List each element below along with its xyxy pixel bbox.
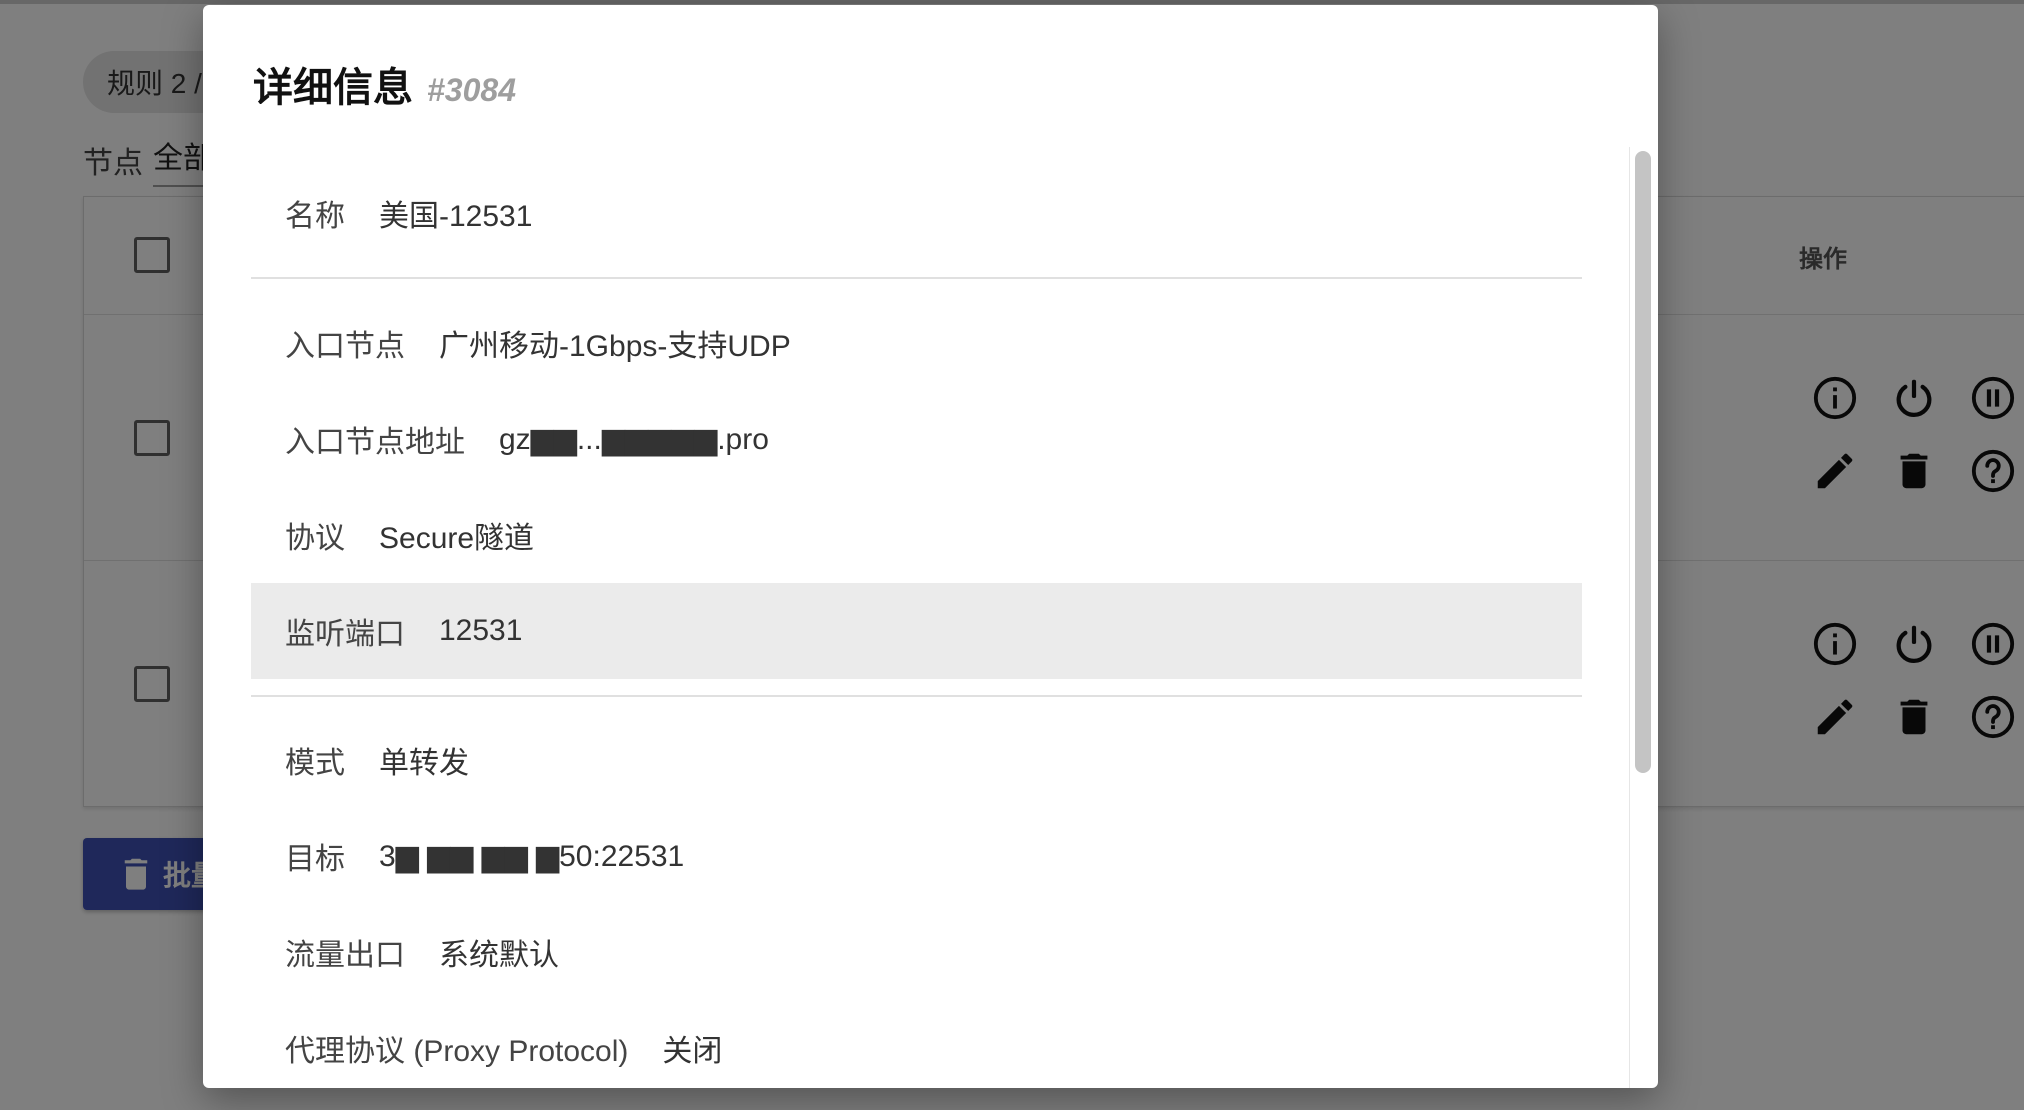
- field-value: Secure隧道: [379, 522, 535, 555]
- field-label: 入口节点: [285, 330, 405, 363]
- details-list: 名称 美国-12531 入口节点 广州移动-1Gbps-支持UDP 入口节点地址…: [251, 150, 1582, 1088]
- divider: [251, 695, 1582, 697]
- field-label: 流量出口: [285, 939, 405, 972]
- scrollbar-thumb[interactable]: [1635, 151, 1651, 773]
- dialog-title-text: 详细信息: [253, 66, 413, 110]
- field-label: 入口节点地址: [285, 426, 465, 459]
- field-value: 3▆ ▆▆ ▆▆ ▆50:22531: [379, 839, 685, 873]
- field-label: 协议: [285, 522, 345, 555]
- field-mode: 模式 单转发: [251, 712, 1582, 808]
- field-value: 美国-12531: [379, 200, 533, 233]
- scrollbar-track[interactable]: [1629, 147, 1630, 1088]
- field-label: 代理协议 (Proxy Protocol): [285, 1035, 629, 1068]
- field-label: 目标: [285, 843, 345, 876]
- field-value: 12531: [439, 614, 523, 647]
- field-entry-address: 入口节点地址 gz▆▆...▆▆▆▆▆.pro: [251, 391, 1582, 487]
- divider: [251, 277, 1582, 279]
- field-value: gz▆▆...▆▆▆▆▆.pro: [499, 422, 769, 456]
- field-value: 系统默认: [439, 939, 559, 972]
- field-value: 广州移动-1Gbps-支持UDP: [439, 330, 791, 363]
- field-name: 名称 美国-12531: [251, 165, 1582, 261]
- field-proxy-protocol: 代理协议 (Proxy Protocol) 关闭: [251, 1000, 1582, 1088]
- rule-id: #3084: [427, 72, 516, 108]
- field-value: 关闭: [662, 1035, 723, 1068]
- field-traffic-egress: 流量出口 系统默认: [251, 904, 1582, 1000]
- field-listen-port: 监听端口 12531: [251, 583, 1582, 679]
- field-protocol: 协议 Secure隧道: [251, 487, 1582, 583]
- field-label: 模式: [285, 747, 345, 780]
- field-target: 目标 3▆ ▆▆ ▆▆ ▆50:22531: [251, 808, 1582, 904]
- dialog-title: 详细信息 #3084: [253, 55, 516, 113]
- field-label: 监听端口: [285, 618, 405, 651]
- details-dialog: 详细信息 #3084 名称 美国-12531 入口节点 广州移动-1Gbps-支…: [203, 5, 1658, 1088]
- field-label: 名称: [285, 200, 345, 233]
- field-value: 单转发: [379, 747, 469, 780]
- field-entry-node: 入口节点 广州移动-1Gbps-支持UDP: [251, 295, 1582, 391]
